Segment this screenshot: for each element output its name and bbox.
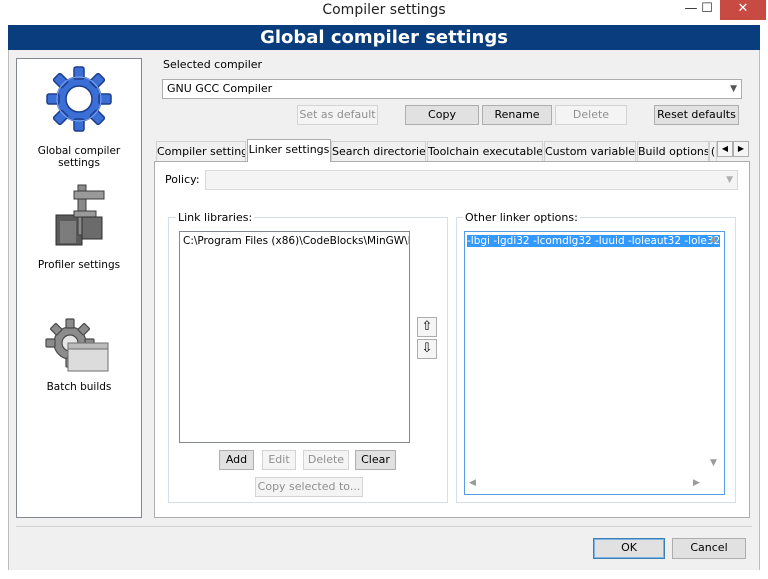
window-title: Compiler settings [322,2,446,18]
batch-gear-icon [45,318,109,372]
footer-divider [16,526,752,527]
policy-select[interactable]: ▼ [205,170,738,190]
set-default-button[interactable]: Set as default [297,105,378,125]
chevron-down-icon: ▼ [726,175,733,185]
rename-button[interactable]: Rename [482,105,552,125]
add-library-button[interactable]: Add [219,450,254,470]
tab-custom-variables[interactable]: Custom variables [544,141,636,161]
title-bar: Compiler settings — ☐ ✕ [0,0,768,22]
scroll-down-arrow[interactable]: ▼ [710,458,717,468]
compiler-select[interactable]: GNU GCC Compiler ▼ [162,79,742,99]
compiler-select-value: GNU GCC Compiler [167,82,273,95]
copy-button[interactable]: Copy [405,105,479,125]
move-down-button[interactable]: ⇩ [417,339,437,359]
other-linker-options-label: Other linker options: [463,211,580,224]
sidebar-item-label: Profiler settings [37,259,121,271]
close-button[interactable]: ✕ [720,0,766,20]
selected-compiler-label: Selected compiler [163,58,263,71]
other-linker-options-textarea[interactable]: -lbgi -lgdi32 -lcomdlg32 -luuid -loleaut… [464,231,725,495]
sidebar-item-label: Global compiler settings [37,145,121,169]
tab-overflow[interactable]: ( [709,141,717,161]
delete-compiler-button[interactable]: Delete [555,105,627,125]
policy-label: Policy: [165,173,200,186]
caliper-icon [55,184,105,246]
link-libraries-list[interactable]: C:\Program Files (x86)\CodeBlocks\MinGW\… [179,231,410,443]
list-item[interactable]: C:\Program Files (x86)\CodeBlocks\MinGW\… [180,232,409,250]
scroll-right-arrow[interactable]: ▶ [693,478,700,488]
cancel-button[interactable]: Cancel [672,538,746,559]
reset-defaults-button[interactable]: Reset defaults [654,105,739,125]
move-up-button[interactable]: ⇧ [417,317,437,337]
clear-libraries-button[interactable]: Clear [355,450,396,470]
sidebar-item-batch-builds[interactable]: Batch builds [17,299,141,409]
tab-compiler-settings[interactable]: Compiler settings [156,141,246,161]
link-libraries-label: Link libraries: [176,211,255,224]
chevron-down-icon: ▼ [730,84,737,94]
banner-title: Global compiler settings [8,25,760,50]
tab-linker-settings[interactable]: Linker settings [247,139,331,162]
tab-scroll-left-button[interactable]: ◀ [717,141,733,157]
ok-button[interactable]: OK [593,538,665,559]
sidebar-item-profiler[interactable]: Profiler settings [17,177,141,287]
tab-build-options[interactable]: Build options [637,141,709,161]
other-linker-options-text: -lbgi -lgdi32 -lcomdlg32 -luuid -loleaut… [467,235,721,247]
sidebar-item-label: Batch builds [46,381,112,393]
tab-scroll-right-button[interactable]: ▶ [733,141,749,157]
maximize-button[interactable]: ☐ [694,0,720,20]
scroll-left-arrow[interactable]: ◀ [469,478,476,488]
delete-library-button[interactable]: Delete [303,450,349,470]
sidebar-item-global-compiler[interactable]: Global compiler settings [17,59,141,169]
gear-icon [46,66,112,132]
copy-selected-button[interactable]: Copy selected to... [255,477,363,497]
tab-toolchain-executables[interactable]: Toolchain executables [427,141,543,161]
edit-library-button[interactable]: Edit [262,450,296,470]
scroll-up-arrow[interactable]: ▲ [710,234,717,244]
settings-sidebar: Global compiler settings Profiler settin… [16,58,142,518]
tab-search-directories[interactable]: Search directories [331,141,426,161]
